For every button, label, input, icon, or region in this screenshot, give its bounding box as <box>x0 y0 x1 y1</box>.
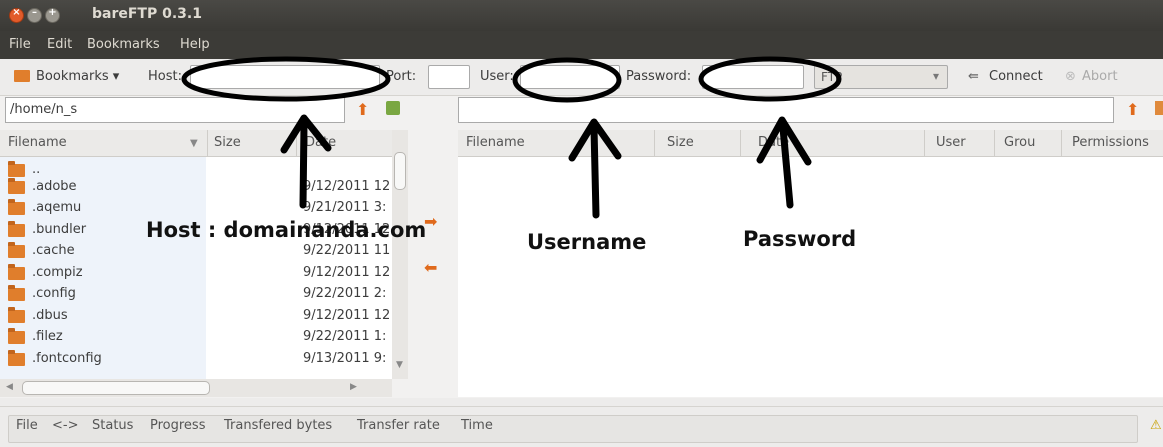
maximize-window-button[interactable]: + <box>45 7 60 23</box>
local-horizontal-scrollbar[interactable]: ◀ ▶ <box>0 379 392 397</box>
menu-file[interactable]: File <box>9 37 31 52</box>
port-input[interactable] <box>428 65 470 89</box>
stop-icon: ⊗ <box>1065 69 1076 84</box>
host-input[interactable] <box>190 65 380 89</box>
menu-bookmarks[interactable]: Bookmarks <box>87 37 160 52</box>
folder-icon <box>8 328 25 344</box>
connection-toolbar: Bookmarks ▾ Host: Port: User: Password: … <box>0 59 1163 96</box>
transfer-queue: File <-> Status Progress Transfered byte… <box>0 406 1163 447</box>
queue-col-file[interactable]: File <box>16 418 38 433</box>
minimize-icon: – <box>32 7 37 18</box>
local-col-size[interactable]: Size <box>214 135 241 150</box>
sort-arrow-icon: ▼ <box>190 138 198 149</box>
close-icon: × <box>12 7 21 18</box>
folder-icon <box>8 350 25 366</box>
local-file-list: .. .adobe 9/12/2011 12 .aqemu 9/21/2011 … <box>0 157 392 379</box>
warning-icon: ⚠ <box>1150 418 1162 433</box>
password-annotation-text: Password <box>743 227 857 251</box>
download-arrow-icon[interactable]: ⬅ <box>424 258 437 277</box>
remote-refresh-icon[interactable] <box>1155 101 1163 115</box>
local-up-icon[interactable]: ⬆ <box>356 100 369 119</box>
menu-bar: File Edit Bookmarks Help <box>0 31 1163 59</box>
protocol-select[interactable]: FTP ▾ <box>814 65 948 89</box>
minimize-window-button[interactable]: – <box>27 7 42 23</box>
connect-button[interactable]: Connect <box>989 69 1043 84</box>
queue-col-transfer-rate[interactable]: Transfer rate <box>357 418 440 433</box>
remote-path-input[interactable] <box>458 97 1114 123</box>
bookmarks-folder-icon <box>14 70 30 82</box>
folder-icon <box>8 199 25 215</box>
queue-col-status[interactable]: Status <box>92 418 133 433</box>
folder-icon <box>8 285 25 301</box>
maximize-icon: + <box>48 7 57 18</box>
remote-col-filename[interactable]: Filename <box>466 135 525 150</box>
remote-header: Filename Size Date User Grou Permissions <box>458 130 1163 157</box>
remote-col-size[interactable]: Size <box>667 135 694 150</box>
port-label: Port: <box>386 69 417 84</box>
remote-col-group[interactable]: Grou <box>1004 135 1035 150</box>
local-path-input[interactable]: /home/n_s <box>5 97 345 123</box>
folder-icon <box>8 307 25 323</box>
list-item[interactable]: .dbus 9/12/2011 12 <box>0 307 392 328</box>
scroll-left-icon[interactable]: ◀ <box>6 382 13 392</box>
scroll-right-icon[interactable]: ▶ <box>350 382 357 392</box>
title-bar: × – + bareFTP 0.3.1 <box>0 0 1163 31</box>
folder-icon <box>8 178 25 194</box>
list-item[interactable]: .fontconfig 9/13/2011 9: <box>0 350 392 371</box>
local-vertical-scrollbar[interactable]: ▼ <box>392 130 408 379</box>
list-item[interactable]: .aqemu 9/21/2011 3: <box>0 199 392 220</box>
scroll-down-icon[interactable]: ▼ <box>396 360 403 370</box>
local-col-date[interactable]: Date <box>305 135 336 150</box>
host-label: Host: <box>148 69 182 84</box>
local-refresh-icon[interactable] <box>386 101 400 115</box>
menu-edit[interactable]: Edit <box>47 37 72 52</box>
user-label: User: <box>480 69 514 84</box>
remote-col-permissions[interactable]: Permissions <box>1072 135 1162 150</box>
folder-icon <box>8 264 25 280</box>
queue-col-direction[interactable]: <-> <box>52 418 78 433</box>
protocol-value: FTP <box>821 70 843 84</box>
list-item[interactable]: .compiz 9/12/2011 12 <box>0 264 392 285</box>
menu-help[interactable]: Help <box>180 37 210 52</box>
host-annotation-text: Host : domainanda.com <box>146 218 427 242</box>
list-item[interactable]: .cache 9/22/2011 11 <box>0 242 392 263</box>
remote-col-date[interactable]: Date <box>758 135 789 150</box>
close-window-button[interactable]: × <box>9 7 24 23</box>
plug-icon: ⇚ <box>968 69 979 84</box>
abort-button[interactable]: Abort <box>1082 69 1118 84</box>
remote-up-icon[interactable]: ⬆ <box>1126 100 1139 119</box>
pane-splitter[interactable] <box>0 398 1163 406</box>
queue-col-time[interactable]: Time <box>461 418 493 433</box>
list-item[interactable]: .config 9/22/2011 2: <box>0 285 392 306</box>
list-item[interactable]: .adobe 9/12/2011 12 <box>0 178 392 199</box>
remote-file-list[interactable] <box>458 157 1163 397</box>
username-annotation-text: Username <box>527 230 647 254</box>
bookmarks-dropdown[interactable]: Bookmarks ▾ <box>36 69 119 84</box>
chevron-down-icon: ▾ <box>932 69 939 83</box>
queue-col-transfered-bytes[interactable]: Transfered bytes <box>224 418 332 433</box>
folder-icon <box>8 242 25 258</box>
scroll-thumb[interactable] <box>394 152 406 190</box>
folder-icon <box>8 221 25 237</box>
folder-icon <box>8 161 25 177</box>
window-title: bareFTP 0.3.1 <box>92 6 202 22</box>
user-input[interactable] <box>520 65 620 89</box>
local-header: Filename ▼ Size Date <box>0 130 392 157</box>
scroll-thumb[interactable] <box>22 381 210 395</box>
password-input[interactable] <box>702 65 804 89</box>
queue-col-progress[interactable]: Progress <box>150 418 205 433</box>
local-col-filename[interactable]: Filename <box>8 135 67 150</box>
list-item[interactable]: .filez 9/22/2011 1: <box>0 328 392 349</box>
password-label: Password: <box>626 69 692 84</box>
remote-col-user[interactable]: User <box>936 135 966 150</box>
